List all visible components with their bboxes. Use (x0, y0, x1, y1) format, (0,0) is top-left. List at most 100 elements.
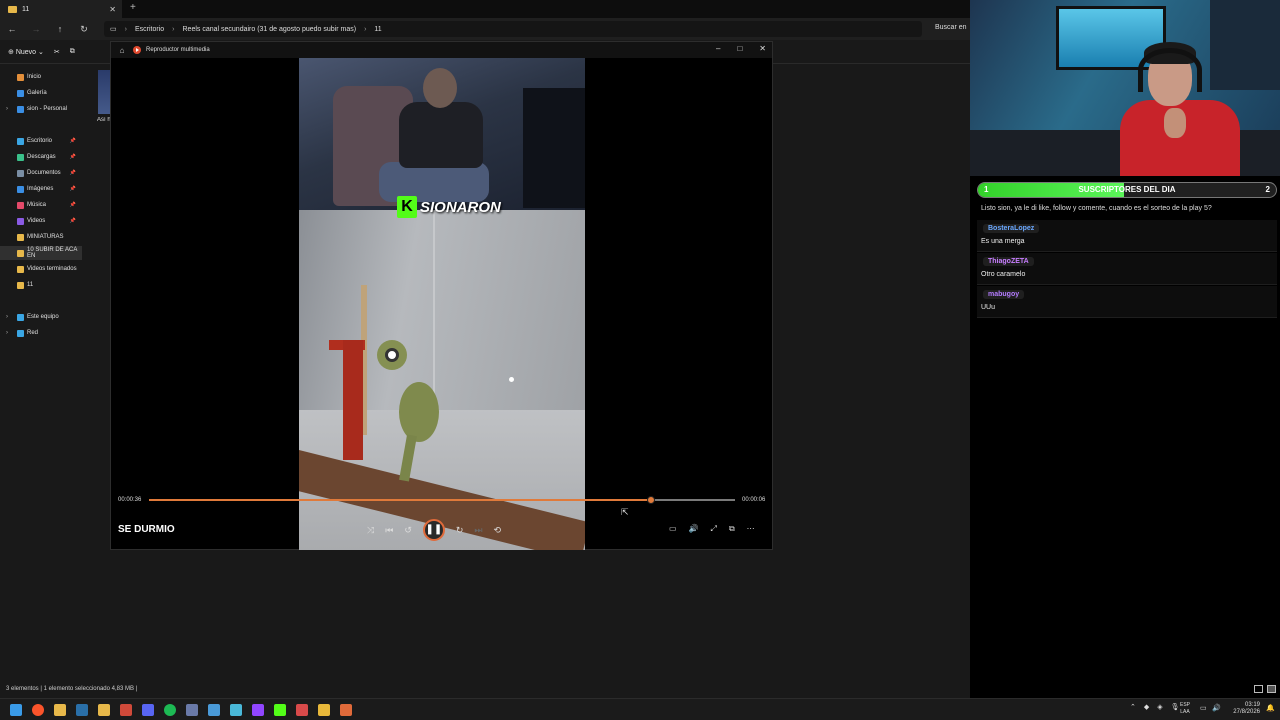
tiles-view-icon[interactable] (1267, 685, 1276, 693)
new-button[interactable]: ⊕ Nuevo ⌄ (8, 48, 44, 56)
breadcrumb-item[interactable]: Reels canal secundairo (31 de agosto pue… (183, 26, 357, 33)
sidebar-item[interactable]: › Red (0, 326, 82, 340)
sidebar-item[interactable]: Descargas 📌 (0, 150, 82, 164)
new-tab-button[interactable]: + (130, 2, 136, 13)
sidebar-item[interactable]: 11 (0, 278, 82, 292)
previous-icon[interactable]: ⏮ (385, 525, 393, 536)
chrome-alt-icon[interactable] (120, 704, 132, 716)
file-explorer-icon[interactable] (54, 704, 66, 716)
sidebar-item[interactable]: Galería (0, 86, 82, 100)
window-controls: – □ ✕ (716, 44, 766, 53)
monitor-icon: ▭ (110, 26, 117, 33)
spotify-icon[interactable] (164, 704, 176, 716)
app-generic-icon[interactable] (186, 704, 198, 716)
sidebar-item[interactable]: Música 📌 (0, 198, 82, 212)
sidebar-item[interactable]: Imágenes 📌 (0, 182, 82, 196)
copy-icon[interactable]: ⧉ (70, 48, 75, 56)
playback-controls: ⤨ ⏮ ↺ ❚❚ ↻ ⏭ ⟲ (367, 519, 501, 541)
details-view-icon[interactable] (1254, 685, 1263, 693)
sidebar-folder-icon (17, 313, 24, 321)
cut-icon[interactable]: ✂ (54, 48, 60, 56)
chevron-right-icon[interactable]: › (6, 330, 8, 336)
chat-username: ThiagoZETA (983, 257, 1034, 266)
seek-handle[interactable] (646, 496, 655, 504)
tab-close-icon[interactable]: ✕ (109, 5, 116, 14)
repeat-icon[interactable]: ⟲ (494, 525, 502, 536)
language-indicator[interactable]: ESP LAA (1180, 702, 1190, 716)
volume-icon[interactable]: 🔊 (689, 524, 699, 534)
calendar-icon[interactable] (296, 704, 308, 716)
minimize-button[interactable]: – (716, 44, 720, 53)
steam-icon[interactable] (76, 704, 88, 716)
chevron-up-icon[interactable]: ⌃ (1130, 703, 1136, 711)
sidebar-folder-icon (17, 185, 24, 193)
display-icon[interactable]: ▭ (1200, 704, 1207, 712)
sidebar-item[interactable]: Videos terminados (0, 262, 82, 276)
chrome-icon[interactable] (318, 704, 330, 716)
tray-app-icon[interactable]: ◆ (1144, 703, 1149, 711)
pin-icon: 📌 (69, 154, 76, 160)
sidebar-item[interactable]: › sion - Personal (0, 102, 82, 116)
twitch-icon[interactable] (252, 704, 264, 716)
video-frame[interactable]: K SIONARON (299, 58, 585, 550)
chevron-right-icon: › (364, 25, 367, 33)
windows-start-icon[interactable] (10, 704, 22, 716)
sidebar-item[interactable]: Videos 📌 (0, 214, 82, 228)
up-arrow-icon[interactable]: ↑ (48, 24, 72, 34)
speaker-icon[interactable]: 🔊 (1212, 704, 1221, 712)
notifications-icon[interactable]: 🔔 (1266, 704, 1275, 712)
close-button[interactable]: ✕ (759, 44, 766, 53)
sidebar-folder-icon (17, 217, 24, 225)
explorer-tab[interactable]: 11 ✕ (0, 0, 122, 18)
current-time: 00:00:36 (118, 497, 142, 503)
forward-icon[interactable]: ↻ (456, 525, 464, 536)
miniplayer-icon[interactable]: ▭ (669, 524, 677, 534)
breadcrumb-item[interactable]: 11 (374, 26, 381, 33)
pause-button[interactable]: ❚❚ (422, 519, 445, 541)
frog-eye (385, 348, 399, 362)
chevron-right-icon[interactable]: › (6, 106, 8, 112)
media-player-window: ⌂ Reproductor multimedia – □ ✕ K SIONARO… (110, 41, 773, 550)
channel-watermark: K SIONARON (397, 196, 501, 218)
microphone-icon[interactable]: 🎙 (1171, 703, 1180, 711)
sidebar-item[interactable]: 10 SUBIR DE ACA EN (0, 246, 82, 260)
clock[interactable]: 03:19 27/8/2026 (1228, 702, 1260, 716)
shuffle-icon[interactable]: ⤨ (367, 525, 374, 536)
search-input[interactable]: Buscar en (935, 24, 967, 31)
refresh-icon[interactable]: ↻ (72, 24, 96, 35)
chevron-right-icon[interactable]: › (6, 314, 8, 320)
cast-icon[interactable]: ⧉ (729, 524, 735, 534)
discord-icon[interactable] (142, 704, 154, 716)
sidebar-item[interactable]: Documentos 📌 (0, 166, 82, 180)
network-icon[interactable]: ◈ (1157, 703, 1162, 711)
puzzle-icon[interactable] (230, 704, 242, 716)
sidebar-item[interactable]: › Este equipo (0, 310, 82, 324)
total-time: 00:00:06 (742, 497, 766, 503)
vpn-icon[interactable] (208, 704, 220, 716)
brave-icon[interactable] (32, 704, 44, 716)
kick-icon[interactable] (274, 704, 286, 716)
rewind-icon[interactable]: ↺ (404, 525, 412, 536)
watermark-text: SIONARON (420, 198, 501, 216)
maximize-button[interactable]: □ (737, 44, 742, 53)
red-pipe (343, 340, 363, 460)
seek-bar[interactable] (149, 496, 735, 504)
home-icon[interactable]: ⌂ (111, 46, 133, 55)
media-player-icon[interactable] (340, 704, 352, 716)
breadcrumb-item[interactable]: Escritorio (135, 26, 164, 33)
sidebar-item-label: Galería (27, 90, 47, 96)
sidebar-item[interactable]: MINIATURAS (0, 230, 82, 244)
sidebar-item[interactable]: Escritorio 📌 (0, 134, 82, 148)
chat-username: mabugoy (983, 290, 1025, 299)
folder-icon[interactable] (98, 704, 110, 716)
more-options-icon[interactable]: ⋯ (747, 524, 755, 534)
back-arrow-icon[interactable]: ← (0, 24, 24, 34)
sidebar-item-label: Este equipo (27, 314, 59, 320)
breadcrumb[interactable]: ▭ › Escritorio › Reels canal secundairo … (104, 21, 922, 37)
sidebar-folder-icon (17, 169, 24, 177)
forward-arrow-icon[interactable]: → (24, 24, 48, 34)
fullscreen-icon[interactable]: ⤢ (711, 524, 717, 534)
sidebar-item[interactable]: Inicio (0, 70, 82, 84)
next-icon[interactable]: ⏭ (474, 525, 482, 536)
video-file-label[interactable]: Así h ter (97, 117, 111, 123)
